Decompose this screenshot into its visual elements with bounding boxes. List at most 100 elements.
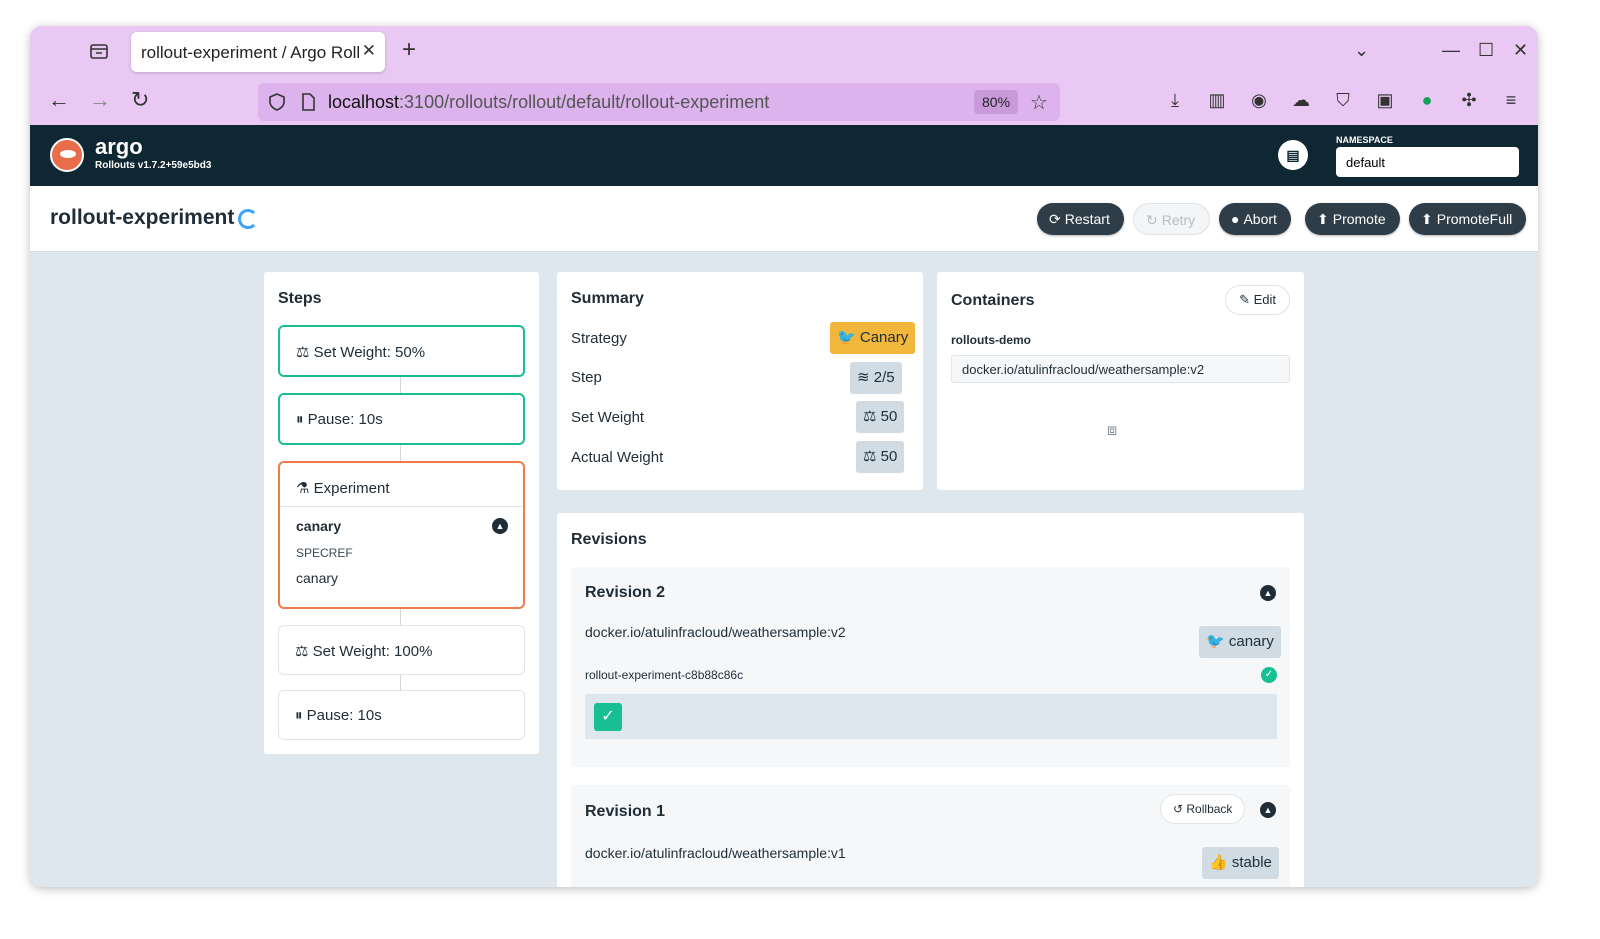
forward-icon[interactable]: → bbox=[89, 88, 111, 112]
summary-title: Summary bbox=[571, 290, 644, 307]
edit-button[interactable]: ✎ Edit bbox=[1225, 285, 1290, 315]
brand-name: argo bbox=[95, 134, 143, 159]
browser-tab-bar: rollout-experiment / Argo Rollouts ✕ + ⌄… bbox=[30, 26, 1538, 78]
promote-full-icon: ⬆ bbox=[1421, 211, 1433, 227]
version-label: Rollouts v1.7.2+59e5bd3 bbox=[95, 160, 212, 171]
specref-value: canary bbox=[296, 570, 339, 586]
revision-2-card: Revision 2 ▲ docker.io/atulinfracloud/we… bbox=[571, 567, 1290, 767]
undo-icon: ↺ bbox=[1173, 802, 1187, 816]
browser-nav-bar: ← → ↻ localhost:3100/rollouts/rollout/de… bbox=[30, 78, 1538, 125]
pause-icon: ⏸ bbox=[295, 707, 307, 724]
bitwarden-icon[interactable]: ⛉ bbox=[1332, 89, 1354, 111]
strategy-badge: 🐦 Canary bbox=[830, 322, 916, 354]
actual-weight-label: Actual Weight bbox=[571, 449, 664, 466]
close-window-icon[interactable]: ✕ bbox=[1513, 40, 1528, 61]
collapse-chevron-icon[interactable]: ▲ bbox=[492, 518, 508, 534]
revision-1-card: Revision 1 ↺ Rollback ▲ docker.io/atulin… bbox=[571, 785, 1290, 887]
cubes-icon: ⧈ bbox=[1107, 422, 1118, 439]
collapse-chevron-icon[interactable]: ▲ bbox=[1260, 802, 1276, 818]
url-text[interactable]: localhost:3100/rollouts/rollout/default/… bbox=[328, 92, 769, 113]
container-name: rollouts-demo bbox=[951, 333, 1031, 347]
reload-icon[interactable]: ↻ bbox=[131, 88, 149, 112]
reader-view-icon[interactable]: ▥ bbox=[1206, 89, 1228, 111]
retry-button[interactable]: ↻ Retry bbox=[1133, 203, 1211, 235]
extension-dots-icon[interactable]: ▣ bbox=[1374, 89, 1396, 111]
url-bar[interactable]: localhost:3100/rollouts/rollout/default/… bbox=[258, 83, 1060, 121]
new-tab-button[interactable]: + bbox=[402, 38, 416, 62]
step-badge: ≋ 2/5 bbox=[850, 362, 902, 394]
replicaset-name: rollout-experiment-c8b88c86c bbox=[585, 668, 744, 682]
rollout-title-bar: rollout-experiment ⟳ Restart ↻ Retry ● Abor… bbox=[30, 186, 1538, 252]
revision-2-image: docker.io/atulinfracloud/weathersample:v… bbox=[585, 624, 846, 640]
balance-scale-icon: ⚖ bbox=[863, 448, 881, 465]
back-icon[interactable]: ← bbox=[48, 88, 70, 112]
canary-bird-icon: 🐦 bbox=[1206, 633, 1229, 650]
pod-ready-check-icon[interactable]: ✓ bbox=[594, 703, 622, 731]
zoom-level-badge[interactable]: 80% bbox=[974, 90, 1019, 114]
url-host: localhost bbox=[328, 92, 400, 112]
revision-1-title: Revision 1 bbox=[585, 803, 666, 820]
containers-title: Containers bbox=[951, 292, 1035, 309]
promote-icon: ⬆ bbox=[1317, 211, 1329, 227]
balance-scale-icon: ⚖ bbox=[863, 408, 881, 425]
step-pause-1[interactable]: ⏸ Pause: 10s bbox=[278, 393, 525, 445]
tab-overflow-chevron-icon[interactable]: ⌄ bbox=[1354, 40, 1369, 61]
promote-button[interactable]: ⬆ Promote bbox=[1305, 203, 1400, 235]
weight-icon: ⚖ bbox=[295, 643, 313, 660]
docs-icon[interactable]: ▤ bbox=[1278, 140, 1308, 170]
menu-hamburger-icon[interactable]: ≡ bbox=[1500, 89, 1522, 111]
revision-1-image: docker.io/atulinfracloud/weathersample:v… bbox=[585, 845, 846, 861]
step-set-weight-100[interactable]: ⚖ Set Weight: 100% bbox=[278, 625, 525, 675]
browser-window: rollout-experiment / Argo Rollouts ✕ + ⌄… bbox=[30, 26, 1538, 887]
canary-badge: 🐦 canary bbox=[1199, 626, 1281, 658]
abort-icon: ● bbox=[1231, 211, 1240, 227]
extension-cloud-icon[interactable]: ☁ bbox=[1290, 89, 1312, 111]
bookmark-star-icon[interactable]: ☆ bbox=[1030, 90, 1048, 115]
tab-list-icon[interactable] bbox=[88, 40, 112, 64]
shield-icon[interactable] bbox=[268, 92, 286, 117]
pencil-icon: ✎ bbox=[1239, 292, 1254, 307]
actual-weight-badge: ⚖ 50 bbox=[856, 441, 905, 473]
stable-badge: 👍 stable bbox=[1202, 847, 1279, 879]
step-connector bbox=[400, 609, 401, 625]
rollback-button[interactable]: ↺ Rollback bbox=[1160, 794, 1246, 824]
thumbs-up-icon: 👍 bbox=[1209, 854, 1232, 871]
progressing-spinner-icon bbox=[238, 209, 258, 229]
weight-icon: ⚖ bbox=[296, 344, 314, 361]
container-image-field[interactable] bbox=[951, 355, 1290, 383]
browser-tab-active[interactable]: rollout-experiment / Argo Rollouts ✕ bbox=[131, 32, 385, 72]
abort-button[interactable]: ● Abort bbox=[1219, 203, 1291, 235]
divider bbox=[280, 506, 523, 507]
set-weight-badge: ⚖ 50 bbox=[856, 401, 905, 433]
argo-logo-icon[interactable] bbox=[50, 138, 84, 172]
step-experiment[interactable]: ⚗ Experiment canary ▲ SPECREF canary bbox=[278, 461, 525, 609]
maximize-icon[interactable]: ☐ bbox=[1478, 40, 1494, 61]
rollout-name: rollout-experiment bbox=[50, 206, 235, 229]
experiment-template-name: canary bbox=[296, 518, 342, 534]
steps-title: Steps bbox=[278, 290, 322, 307]
step-label: Step bbox=[571, 369, 602, 386]
pause-icon: ⏸ bbox=[296, 411, 308, 428]
page-icon bbox=[300, 92, 316, 117]
collapse-chevron-icon[interactable]: ▲ bbox=[1260, 585, 1276, 601]
specref-label: SPECREF bbox=[296, 546, 353, 560]
tab-close-icon[interactable]: ✕ bbox=[362, 41, 376, 61]
download-icon[interactable]: ⤓ bbox=[1164, 89, 1186, 111]
shoe-prints-icon: ≋ bbox=[857, 369, 874, 386]
step-pause-2[interactable]: ⏸ Pause: 10s bbox=[278, 690, 525, 740]
namespace-label: NAMESPACE bbox=[1336, 135, 1393, 145]
healthy-check-icon: ✓ bbox=[1261, 667, 1277, 683]
summary-panel: Summary Strategy 🐦 Canary Step ≋ 2/5 Set… bbox=[557, 272, 923, 490]
step-connector bbox=[400, 445, 401, 461]
step-connector bbox=[400, 675, 401, 690]
promote-full-button[interactable]: ⬆ PromoteFull bbox=[1409, 203, 1527, 235]
minimize-icon[interactable]: — bbox=[1442, 40, 1460, 61]
grammarly-icon[interactable]: ● bbox=[1416, 89, 1438, 111]
account-icon[interactable]: ◉ bbox=[1248, 89, 1270, 111]
restart-button[interactable]: ⟳ Restart bbox=[1037, 203, 1124, 235]
namespace-input[interactable] bbox=[1336, 147, 1519, 177]
tab-title: rollout-experiment / Argo Rollouts bbox=[141, 43, 359, 62]
url-path: :3100/rollouts/rollout/default/rollout-e… bbox=[399, 92, 770, 112]
step-set-weight-50[interactable]: ⚖ Set Weight: 50% bbox=[278, 325, 525, 377]
extensions-puzzle-icon[interactable]: ✣ bbox=[1458, 89, 1480, 111]
